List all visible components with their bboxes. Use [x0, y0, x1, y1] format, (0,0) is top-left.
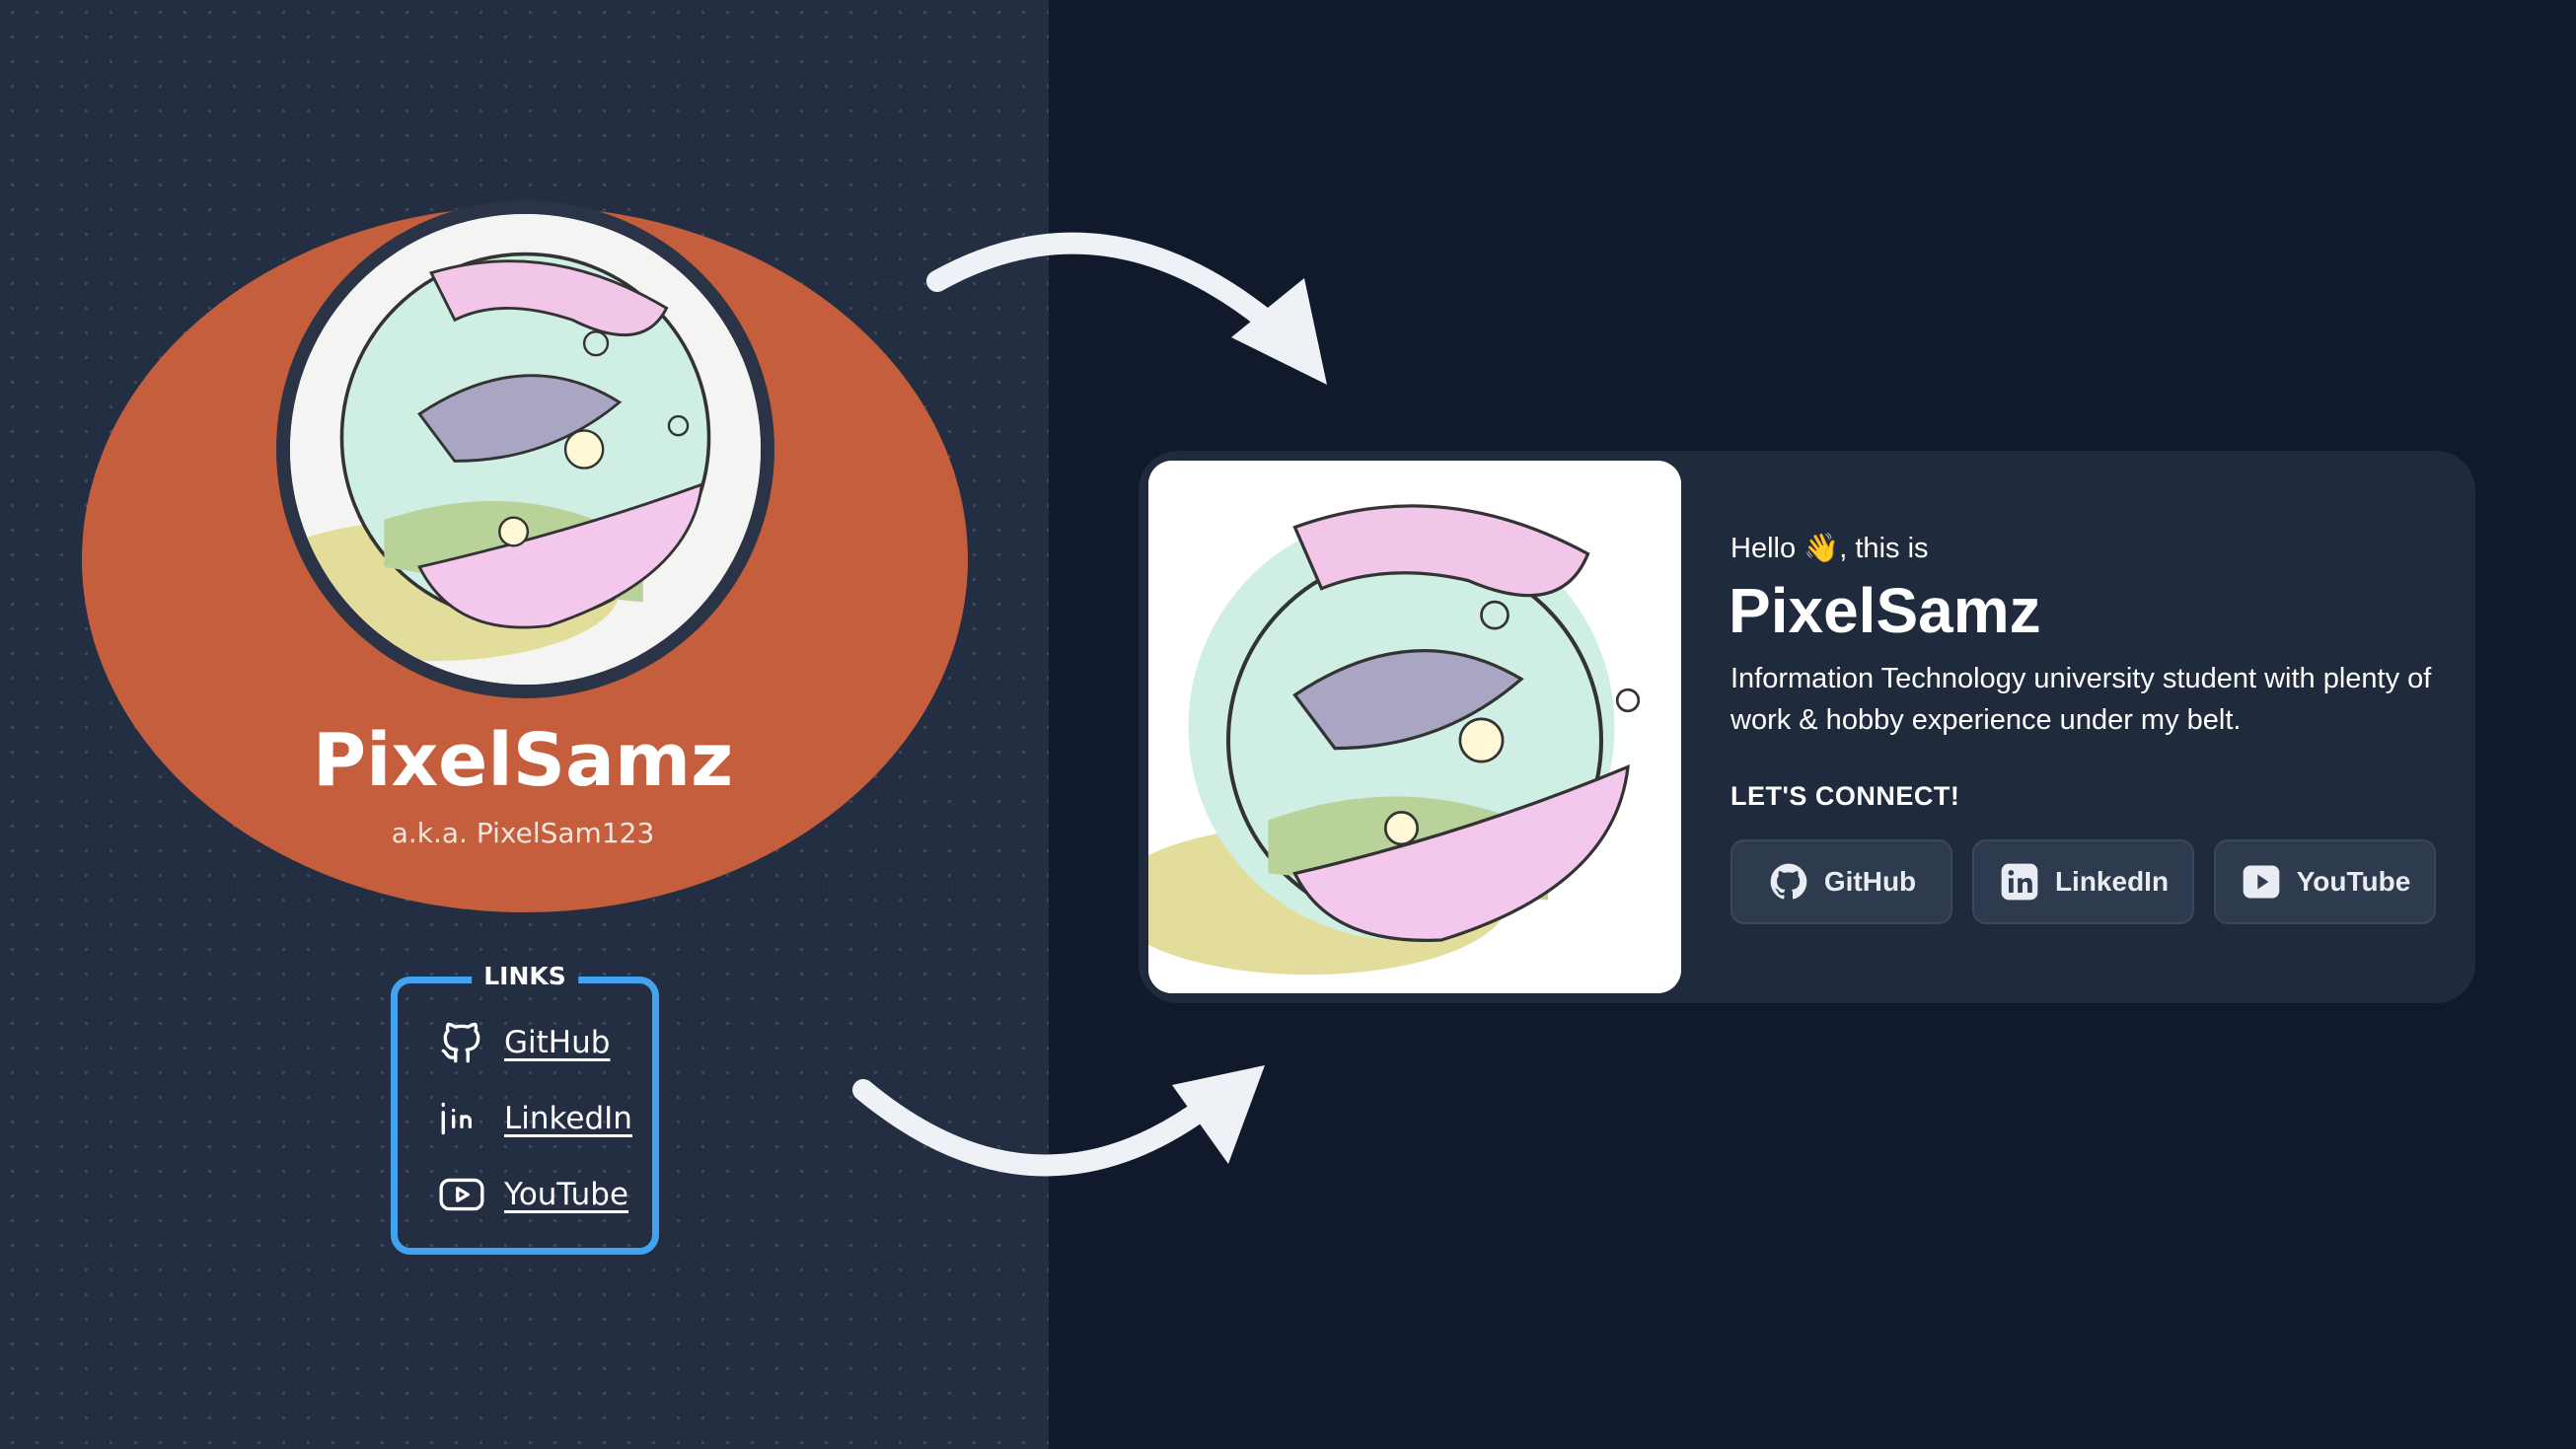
youtube-button-label: YouTube: [2296, 866, 2411, 897]
link-label: LinkedIn: [504, 1101, 632, 1136]
linkedin-icon: [2001, 863, 2038, 901]
link-linkedin[interactable]: LinkedIn: [437, 1091, 632, 1146]
connect-heading: LET'S CONNECT!: [1730, 781, 1960, 811]
old-avatar: [276, 200, 774, 698]
axolotl-illustration: [290, 214, 761, 685]
linkedin-icon: [441, 1102, 472, 1135]
github-icon: [1770, 863, 1807, 900]
greeting: Hello 👋, this is: [1730, 532, 1929, 565]
new-profile-card: Hello 👋, this is PixelSamz Information T…: [1139, 451, 2475, 1003]
youtube-button[interactable]: YouTube: [2214, 839, 2436, 924]
greeting-prefix: Hello: [1730, 533, 1804, 564]
old-design-panel: PixelSamz a.k.a. PixelSam123 LINKS GitHu…: [0, 0, 1049, 1449]
links-box: LINKS GitHub LinkedIn YouTube: [391, 962, 659, 1255]
greeting-suffix: , this is: [1839, 533, 1929, 564]
wave-emoji-icon: 👋: [1803, 533, 1840, 564]
github-button-label: GitHub: [1823, 866, 1917, 897]
card-bio: Information Technology university studen…: [1730, 663, 2432, 736]
card-profile-name: PixelSamz: [1729, 575, 2041, 646]
link-label: GitHub: [504, 1025, 611, 1060]
link-label: YouTube: [504, 1177, 629, 1212]
link-github[interactable]: GitHub: [437, 1015, 610, 1070]
link-youtube[interactable]: YouTube: [437, 1167, 628, 1222]
old-profile-alias: a.k.a. PixelSam123: [391, 817, 655, 849]
linkedin-button[interactable]: LinkedIn: [1972, 839, 2194, 924]
linkedin-button-label: LinkedIn: [2054, 866, 2170, 897]
old-profile-name: PixelSamz: [312, 718, 734, 803]
links-title: LINKS: [472, 962, 578, 990]
github-button[interactable]: GitHub: [1730, 839, 1952, 924]
youtube-icon: [2243, 865, 2280, 899]
card-illustration: [1148, 461, 1681, 993]
github-icon: [441, 1022, 480, 1063]
youtube-icon: [439, 1178, 484, 1211]
